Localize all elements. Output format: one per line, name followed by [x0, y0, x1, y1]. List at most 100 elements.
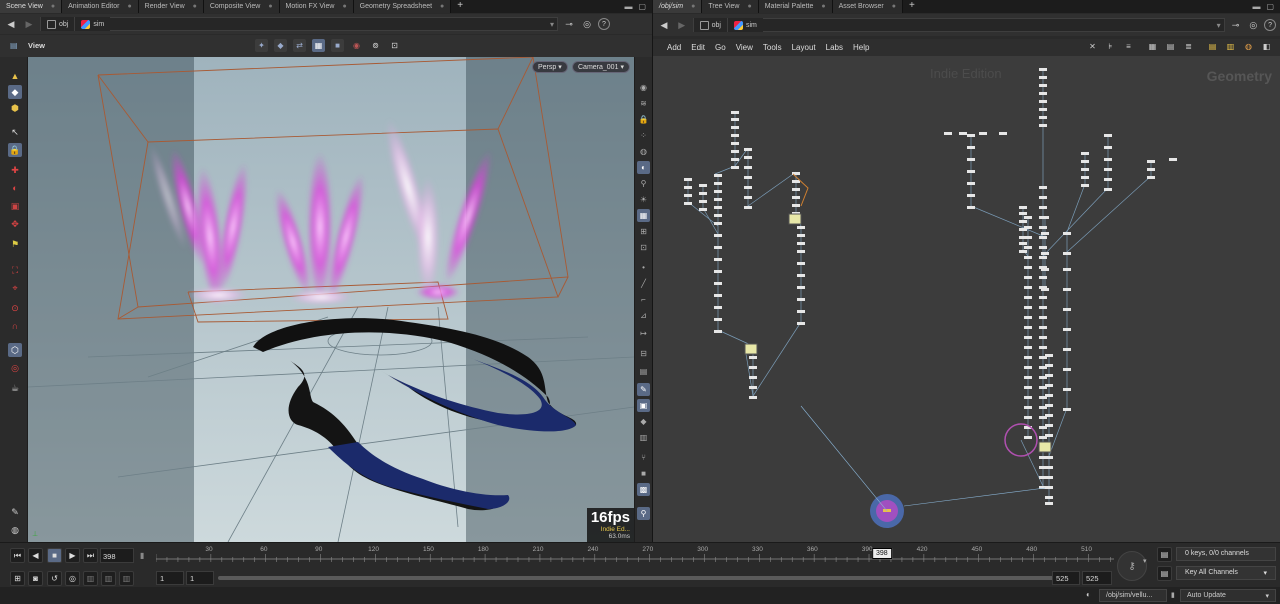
network-node[interactable]: [1024, 416, 1032, 419]
branch-icon[interactable]: ⑂: [637, 451, 650, 464]
network-node[interactable]: [684, 186, 692, 189]
network-node[interactable]: [749, 376, 757, 379]
lighting-icon[interactable]: ✦: [255, 39, 268, 52]
range-end-a[interactable]: 525: [1052, 571, 1080, 585]
magnet-icon[interactable]: ∩: [8, 319, 22, 333]
add-tab-button[interactable]: +: [451, 0, 469, 13]
key-scope-icon[interactable]: ⚷: [1117, 551, 1147, 581]
viewer-menu-icon[interactable]: ▤: [10, 41, 18, 50]
network-node[interactable]: [1081, 168, 1089, 171]
network-node[interactable]: [797, 262, 805, 265]
network-node[interactable]: [1019, 206, 1027, 209]
palette-icon[interactable]: ◍: [1243, 41, 1254, 52]
network-node[interactable]: [1039, 296, 1047, 299]
network-node[interactable]: [1063, 232, 1071, 235]
network-node[interactable]: [714, 198, 722, 201]
transform-icon[interactable]: ✚: [8, 163, 22, 177]
network-node[interactable]: [1039, 326, 1047, 329]
network-node[interactable]: [1045, 434, 1053, 437]
network-node[interactable]: [714, 206, 722, 209]
network-node[interactable]: [1063, 328, 1071, 331]
audio-icon[interactable]: ◙: [28, 571, 43, 586]
minimize-pane-icon[interactable]: ▬: [624, 2, 632, 11]
network-node[interactable]: [792, 188, 800, 191]
network-node[interactable]: [714, 190, 722, 193]
network-node[interactable]: [749, 356, 757, 359]
dopnet-node-icon[interactable]: [1038, 441, 1052, 453]
maximize-pane-icon[interactable]: ▢: [1266, 2, 1274, 11]
network-node[interactable]: [1045, 476, 1053, 479]
template-icon[interactable]: ⊟: [637, 347, 650, 360]
menu-go[interactable]: Go: [715, 43, 726, 52]
display-points-icon[interactable]: ⁘: [637, 129, 650, 142]
close-icon[interactable]: ●: [268, 3, 272, 10]
network-node[interactable]: [749, 366, 757, 369]
select-geometry-icon[interactable]: ▲: [8, 69, 22, 83]
jump-end-button[interactable]: ⏭: [83, 548, 98, 563]
network-node[interactable]: [1063, 388, 1071, 391]
globe-icon[interactable]: ◍: [8, 523, 22, 537]
network-node[interactable]: [1041, 252, 1049, 255]
update-icon[interactable]: ▮: [1171, 591, 1175, 599]
network-node[interactable]: [731, 134, 739, 137]
link-icon[interactable]: ◎: [1246, 18, 1260, 32]
network-node[interactable]: [1024, 266, 1032, 269]
network-node[interactable]: [967, 134, 975, 137]
ghost-icon[interactable]: ■: [331, 39, 344, 52]
network-node[interactable]: [744, 176, 752, 179]
close-icon[interactable]: ●: [747, 3, 751, 10]
forward-icon[interactable]: ▶: [675, 18, 689, 32]
network-node[interactable]: [1019, 212, 1027, 215]
list-icon[interactable]: ≡: [1123, 41, 1134, 52]
pin-view-icon[interactable]: ⚲: [637, 507, 650, 520]
network-node[interactable]: [1081, 160, 1089, 163]
network-node[interactable]: [1104, 178, 1112, 181]
stop-button[interactable]: ■: [47, 548, 62, 563]
range-slider[interactable]: [218, 576, 1054, 580]
pin-icon[interactable]: ⊸: [1229, 18, 1243, 32]
lock-icon[interactable]: 🔒: [8, 143, 22, 157]
network-node[interactable]: [1045, 414, 1053, 417]
network-node[interactable]: [1104, 158, 1112, 161]
status-path[interactable]: /obj/sim/vellu...: [1099, 589, 1167, 602]
network-node[interactable]: [967, 182, 975, 185]
grid-icon[interactable]: ▦: [637, 209, 650, 222]
play-button[interactable]: ▶: [65, 548, 80, 563]
network-node[interactable]: [979, 132, 987, 135]
network-node[interactable]: [1063, 368, 1071, 371]
current-frame-field[interactable]: 398: [100, 548, 134, 563]
tab-scene-view[interactable]: Scene View ●: [0, 0, 63, 13]
network-node[interactable]: [699, 192, 707, 195]
timeline[interactable]: 30 60 90 120 150 180 210 240 270 300 330 360 390 420 4…: [156, 546, 1114, 569]
network-node[interactable]: [967, 170, 975, 173]
network-node[interactable]: [714, 318, 722, 321]
eye-icon[interactable]: ◉: [637, 81, 650, 94]
fps-icon[interactable]: ▥: [83, 571, 98, 586]
network-node[interactable]: [684, 178, 692, 181]
network-node[interactable]: [1104, 188, 1112, 191]
network-node[interactable]: [714, 182, 722, 185]
network-node[interactable]: [967, 206, 975, 209]
key-channels-icon[interactable]: ▤: [1157, 566, 1172, 581]
loop-icon[interactable]: ↺: [47, 571, 62, 586]
network-node[interactable]: [1081, 184, 1089, 187]
select-primitives-icon[interactable]: ⬢: [8, 101, 22, 115]
step-icon[interactable]: ▮: [140, 551, 144, 560]
network-node[interactable]: [1024, 226, 1032, 229]
tab-tree-view[interactable]: Tree View ●: [702, 0, 759, 13]
snap-icon[interactable]: ⌖: [8, 281, 22, 295]
network-node[interactable]: [797, 226, 805, 229]
menu-view[interactable]: View: [736, 43, 753, 52]
network-node[interactable]: [744, 166, 752, 169]
network-node[interactable]: [714, 294, 722, 297]
network-node[interactable]: [1039, 92, 1047, 95]
camera-icon[interactable]: ⊚: [369, 39, 382, 52]
close-icon[interactable]: ●: [193, 3, 197, 10]
network-node[interactable]: [731, 158, 739, 161]
network-node[interactable]: [1039, 186, 1047, 189]
network-node[interactable]: [1039, 124, 1047, 127]
record-icon[interactable]: ◉: [350, 39, 363, 52]
tab-asset-browser[interactable]: Asset Browser ●: [832, 0, 903, 13]
tab-geometry-spreadsheet[interactable]: Geometry Spreadsheet ●: [353, 0, 452, 13]
network-node[interactable]: [731, 118, 739, 121]
